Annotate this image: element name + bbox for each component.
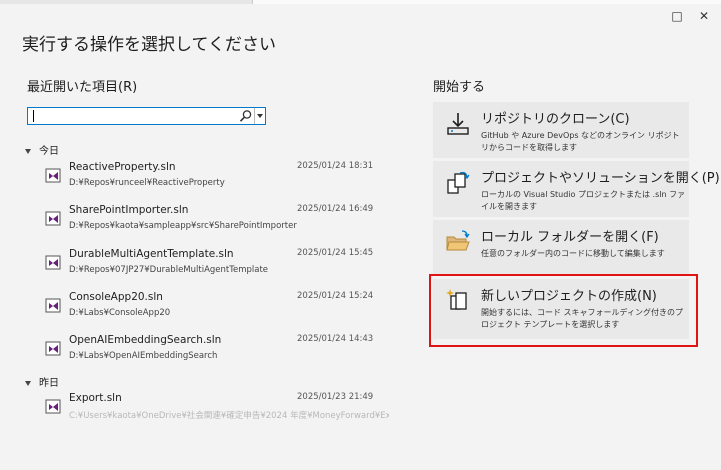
recent-search-input[interactable]: [27, 107, 266, 125]
recent-item[interactable]: ReactiveProperty.sln D:¥Repos¥runceel¥Re…: [44, 161, 374, 199]
background-window-strip: [0, 0, 721, 4]
open-project-icon: [447, 171, 470, 194]
recent-item-date: 2025/01/24 14:43: [297, 334, 374, 344]
search-dropdown-button[interactable]: [254, 108, 265, 124]
highlight-box: [429, 274, 698, 347]
recent-item-name: SharePointImporter.sln: [69, 204, 189, 216]
open-project-card[interactable]: プロジェクトやソリューションを開く(P) ローカルの Visual Studio…: [433, 161, 720, 217]
recent-item-date: 2025/01/24 16:49: [297, 204, 374, 214]
recent-item-name: DurableMultiAgentTemplate.sln: [69, 248, 234, 260]
collapse-icon: [25, 380, 31, 386]
open-folder-card[interactable]: ローカル フォルダーを開く(F) 任意のフォルダー内のコードに移動して編集します: [433, 220, 689, 276]
text-caret: [33, 110, 34, 122]
clone-repo-icon: [447, 113, 469, 135]
recent-item-path: D:¥Repos¥07JP27¥DurableMultiAgentTemplat…: [69, 265, 269, 275]
group-label: 昨日: [39, 378, 59, 389]
solution-icon: [45, 255, 61, 270]
recent-item-name: ReactiveProperty.sln: [69, 161, 176, 173]
recent-item-date: 2025/01/24 15:24: [297, 291, 374, 301]
recent-item[interactable]: ConsoleApp20.sln D:¥Labs¥ConsoleApp20 20…: [44, 291, 374, 329]
card-title: プロジェクトやソリューションを開く(P): [481, 171, 720, 186]
group-label: 今日: [39, 146, 59, 157]
solution-icon: [45, 399, 61, 414]
recent-item-path: D:¥Labs¥ConsoleApp20: [69, 308, 171, 318]
search-icon[interactable]: [239, 109, 253, 123]
group-today[interactable]: 今日: [25, 142, 59, 157]
solution-icon: [45, 211, 61, 226]
card-title: ローカル フォルダーを開く(F): [481, 230, 659, 245]
recent-item[interactable]: Export.sln C:¥Users¥kaota¥OneDrive¥社会関連¥…: [44, 392, 389, 430]
recent-item-path: D:¥Repos¥runceel¥ReactiveProperty: [69, 178, 225, 188]
close-button[interactable]: ✕: [694, 8, 714, 24]
recent-item-path: D:¥Repos¥kaota¥sampleapp¥src¥SharePointI…: [69, 221, 297, 231]
card-description: ローカルの Visual Studio プロジェクトまたは .sln ファイルを…: [481, 190, 686, 211]
solution-icon: [45, 298, 61, 313]
recent-item-date: 2025/01/23 21:49: [297, 392, 374, 402]
background-window: [252, 0, 721, 4]
recent-item-name: OpenAIEmbeddingSearch.sln: [69, 334, 222, 346]
card-title: リポジトリのクローン(C): [481, 112, 630, 127]
group-yesterday[interactable]: 昨日: [25, 374, 59, 389]
recent-item-date: 2025/01/24 15:45: [297, 248, 374, 258]
recent-item-name: Export.sln: [69, 392, 122, 404]
recent-heading: 最近開いた項目(R): [27, 80, 138, 95]
card-description: 任意のフォルダー内のコードに移動して編集します: [481, 249, 665, 258]
open-folder-icon: [446, 230, 470, 251]
recent-item[interactable]: OpenAIEmbeddingSearch.sln D:¥Labs¥OpenAI…: [44, 334, 374, 372]
recent-item-name: ConsoleApp20.sln: [69, 291, 163, 303]
recent-item[interactable]: DurableMultiAgentTemplate.sln D:¥Repos¥0…: [44, 248, 374, 286]
clone-repo-card[interactable]: リポジトリのクローン(C) GitHub や Azure DevOps などのオ…: [433, 102, 689, 158]
dialog-title: 実行する操作を選択してください: [22, 35, 276, 55]
recent-item-path: C:¥Users¥kaota¥OneDrive¥社会関連¥確定申告¥2024 年…: [69, 411, 389, 421]
maximize-button[interactable]: □: [667, 8, 687, 24]
recent-item-path: D:¥Labs¥OpenAIEmbeddingSearch: [69, 351, 218, 361]
solution-icon: [45, 341, 61, 356]
recent-item-date: 2025/01/24 18:31: [297, 161, 374, 171]
collapse-icon: [25, 148, 31, 154]
recent-item[interactable]: SharePointImporter.sln D:¥Repos¥kaota¥sa…: [44, 204, 374, 242]
chevron-down-icon: [257, 114, 263, 118]
start-heading: 開始する: [433, 80, 486, 95]
card-description: GitHub や Azure DevOps などのオンライン リポジトリからコー…: [481, 131, 680, 152]
solution-icon: [45, 168, 61, 183]
